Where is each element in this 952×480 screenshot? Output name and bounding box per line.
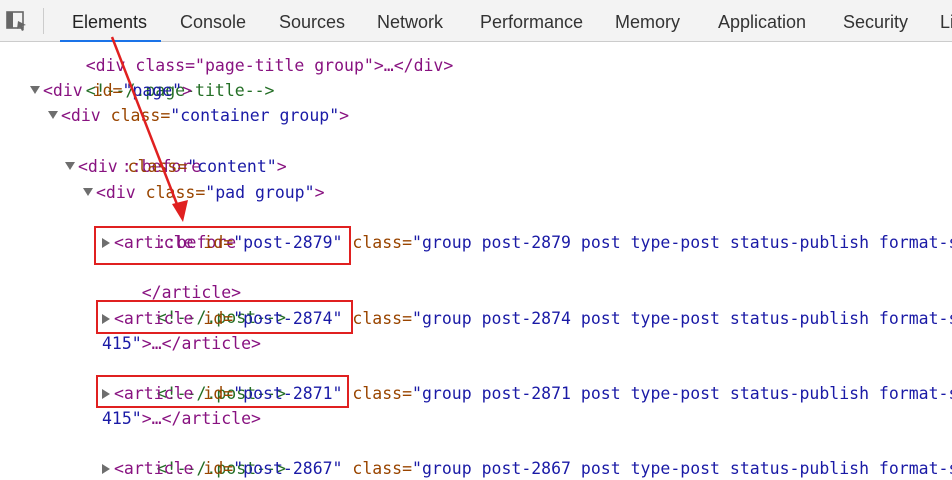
attr-name: class= [342,384,413,403]
expanded-triangle-icon[interactable] [30,86,40,94]
dom-node-div-pad[interactable]: <div class="pad group"> [83,180,325,205]
dom-comment[interactable]: <!--/.post--> [117,431,286,478]
attr-name: class= [110,106,171,125]
tag-close: > [276,157,287,176]
expanded-triangle-icon[interactable] [48,111,58,119]
highlight-box-post-2879 [94,226,351,265]
attr-name: class= [342,459,413,478]
tab-application[interactable]: Application [718,0,806,42]
collapsed-triangle-icon[interactable] [102,464,110,474]
attr-value: 415" [102,409,142,428]
attr-value: "post-2867" [233,459,343,478]
tag-close: >…</article> [141,409,261,428]
highlight-box-post-2874 [96,300,353,334]
tag-open: <article [114,459,204,478]
attr-name: class= [342,233,413,252]
dom-node-article-2867[interactable]: <article id="post-2867" class="group pos… [102,456,952,480]
attr-value: "group post-2871 post type-post status-p… [412,384,952,403]
attr-name: id= [203,459,234,478]
tab-sources[interactable]: Sources [279,0,345,42]
tag-open: <div [78,157,128,176]
attr-name: class= [127,157,188,176]
attr-value: "group post-2879 post type-post status-p… [412,233,952,252]
tag-close: > [182,81,193,100]
tab-performance[interactable]: Performance [480,0,583,42]
tag-open: <div [43,81,93,100]
attr-value: "container group" [170,106,340,125]
attr-value: "pad group" [205,183,315,202]
tag-close: > [339,106,350,125]
attr-name: id= [92,81,123,100]
dom-node-page-title[interactable]: <div class="page-title group">…</div> [46,42,454,75]
dom-node-article-2874-cont[interactable]: 415">…</article> [102,331,261,356]
expanded-triangle-icon[interactable] [83,188,93,196]
devtools-tabbar: Elements Console Sources Network Perform… [0,0,952,42]
tab-security[interactable]: Security [843,0,908,42]
tab-console[interactable]: Console [180,0,246,42]
attr-name: class= [145,183,206,202]
attr-value: "content" [187,157,277,176]
tab-network[interactable]: Network [377,0,443,42]
tab-elements[interactable]: Elements [72,0,147,42]
highlight-box-post-2871 [96,375,349,408]
dom-comment[interactable]: <!--/.page-title--> [46,53,275,100]
tab-memory[interactable]: Memory [615,0,680,42]
tag-close: >…</article> [141,334,261,353]
inspect-element-icon[interactable] [4,9,30,33]
tab-overflow[interactable]: Li [940,0,952,42]
tag-open: <div [96,183,146,202]
tag-open: <div [61,106,111,125]
expanded-triangle-icon[interactable] [65,162,75,170]
dom-node-article-2871-cont[interactable]: 415">…</article> [102,406,261,431]
dom-pseudo-before[interactable]: ::before [82,129,201,176]
attr-value: "page" [122,81,183,100]
tab-separator [43,8,44,34]
dom-node-div-container[interactable]: <div class="container group"> [48,103,349,128]
attr-value: "group post-2867 post type-post status-p… [412,459,952,478]
dom-node-div-page[interactable]: <div id="page"> [30,78,192,103]
dom-node-div-content[interactable]: <div class="content"> [65,154,287,179]
tag-close: > [314,183,325,202]
attr-value: "group post-2874 post type-post status-p… [412,309,952,328]
attr-value: 415" [102,334,142,353]
